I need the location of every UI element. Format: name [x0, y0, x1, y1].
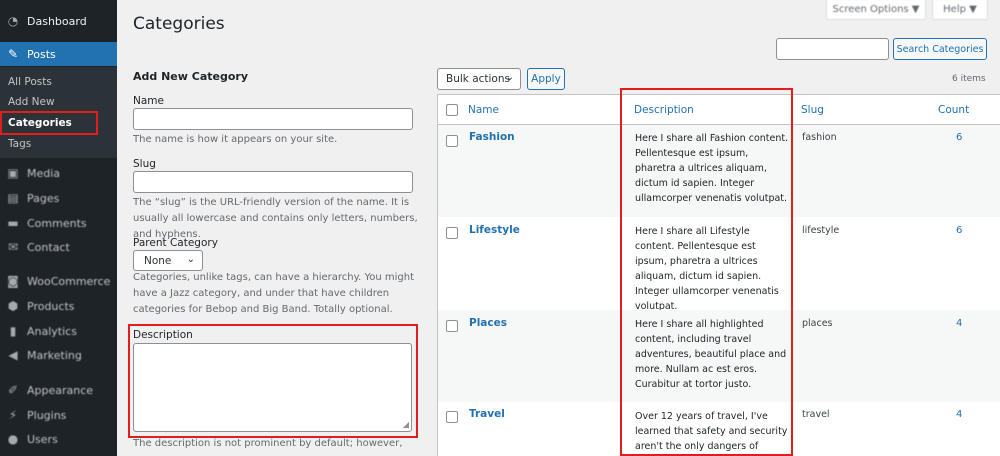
media-icon: ▣	[7, 166, 19, 180]
sidebar-item-posts[interactable]: ✎ Posts	[0, 42, 117, 66]
woocommerce-icon: ◙	[7, 274, 19, 288]
column-header-slug[interactable]: Slug	[801, 95, 824, 125]
category-slug: lifestyle	[802, 225, 840, 236]
sidebar-item-contact[interactable]: ✉ Contact	[0, 235, 117, 259]
slug-input[interactable]	[133, 171, 413, 193]
mail-icon: ✉	[7, 240, 19, 254]
row-checkbox[interactable]	[446, 320, 458, 332]
screen-options-button[interactable]: Screen Options ▼	[826, 0, 926, 20]
chevron-down-icon: ⌄	[186, 254, 195, 265]
category-count-link[interactable]: 6	[956, 132, 962, 143]
column-header-name[interactable]: Name	[468, 95, 499, 125]
category-name-link[interactable]: Fashion	[469, 131, 515, 143]
category-count-link[interactable]: 4	[956, 318, 962, 329]
sidebar-item-products[interactable]: ⬢ Products	[0, 294, 117, 318]
sidebar-item-dashboard[interactable]: ◔ Dashboard	[0, 9, 117, 33]
description-column-highlight	[620, 88, 793, 456]
sidebar-item-marketing[interactable]: ◀ Marketing	[0, 343, 117, 367]
category-name-link[interactable]: Places	[469, 317, 507, 329]
sidebar-item-media[interactable]: ▣ Media	[0, 161, 117, 185]
parent-select-value: None	[144, 254, 172, 267]
category-name-link[interactable]: Travel	[469, 408, 505, 420]
submenu-tags[interactable]: Tags	[8, 138, 31, 150]
sidebar-item-pages[interactable]: ▤ Pages	[0, 186, 117, 210]
name-help: The name is how it appears on your site.	[133, 134, 338, 145]
parent-category-select[interactable]: None ⌄	[133, 250, 203, 271]
sidebar-item-analytics[interactable]: ▮ Analytics	[0, 319, 117, 343]
category-slug: travel	[802, 409, 830, 420]
category-slug: fashion	[802, 132, 837, 143]
row-checkbox[interactable]	[446, 411, 458, 423]
submenu-all-posts[interactable]: All Posts	[8, 76, 52, 88]
parent-label: Parent Category	[133, 237, 218, 249]
dashboard-icon: ◔	[7, 14, 19, 28]
search-categories-button[interactable]: Search Categories	[893, 38, 987, 60]
pin-icon: ✎	[7, 47, 19, 61]
users-icon: ●	[7, 432, 19, 446]
description-help: The description is not prominent by defa…	[133, 438, 403, 456]
submenu-add-new[interactable]: Add New	[8, 96, 55, 108]
sidebar-item-comments[interactable]: ▬ Comments	[0, 211, 117, 235]
analytics-icon: ▮	[9, 324, 17, 338]
page-title: Categories	[133, 14, 225, 34]
sidebar-item-users[interactable]: ● Users	[0, 427, 117, 451]
megaphone-icon: ◀	[8, 348, 18, 362]
column-header-count[interactable]: Count	[938, 95, 969, 125]
categories-highlight	[0, 111, 98, 135]
plugin-icon: ⚡	[8, 408, 18, 422]
bulk-actions-select[interactable]: Bulk actions ⌄	[437, 68, 521, 90]
sidebar-item-appearance[interactable]: ✐ Appearance	[0, 378, 117, 402]
category-slug: places	[802, 318, 833, 329]
sidebar-item-woocommerce[interactable]: ◙ WooCommerce	[0, 269, 117, 293]
pages-icon: ▤	[7, 191, 19, 205]
category-count-link[interactable]: 4	[956, 409, 962, 420]
row-checkbox[interactable]	[446, 227, 458, 239]
name-label: Name	[133, 95, 164, 107]
slug-label: Slug	[133, 158, 156, 170]
help-button[interactable]: Help ▼	[932, 0, 988, 20]
products-icon: ⬢	[7, 299, 19, 313]
comments-icon: ▬	[7, 216, 19, 230]
description-highlight	[128, 324, 418, 438]
category-count-link[interactable]: 6	[956, 225, 962, 236]
apply-button[interactable]: Apply	[527, 68, 565, 90]
row-checkbox[interactable]	[446, 135, 458, 147]
name-input[interactable]	[133, 108, 413, 130]
chevron-down-icon: ⌄	[505, 72, 514, 83]
slug-help: The “slug” is the URL-friendly version o…	[133, 197, 418, 240]
select-all-checkbox[interactable]	[446, 104, 458, 116]
items-count: 6 items	[952, 74, 986, 84]
search-input[interactable]	[776, 38, 889, 60]
bulk-actions-label: Bulk actions	[446, 73, 510, 85]
category-name-link[interactable]: Lifestyle	[469, 224, 520, 236]
form-heading: Add New Category	[133, 70, 248, 83]
admin-sidebar: ◔ Dashboard ✎ Posts All Posts Add New Ca…	[0, 0, 117, 456]
parent-help: Categories, unlike tags, can have a hier…	[133, 272, 415, 315]
brush-icon: ✐	[7, 383, 19, 397]
sidebar-item-plugins[interactable]: ⚡ Plugins	[0, 403, 117, 427]
